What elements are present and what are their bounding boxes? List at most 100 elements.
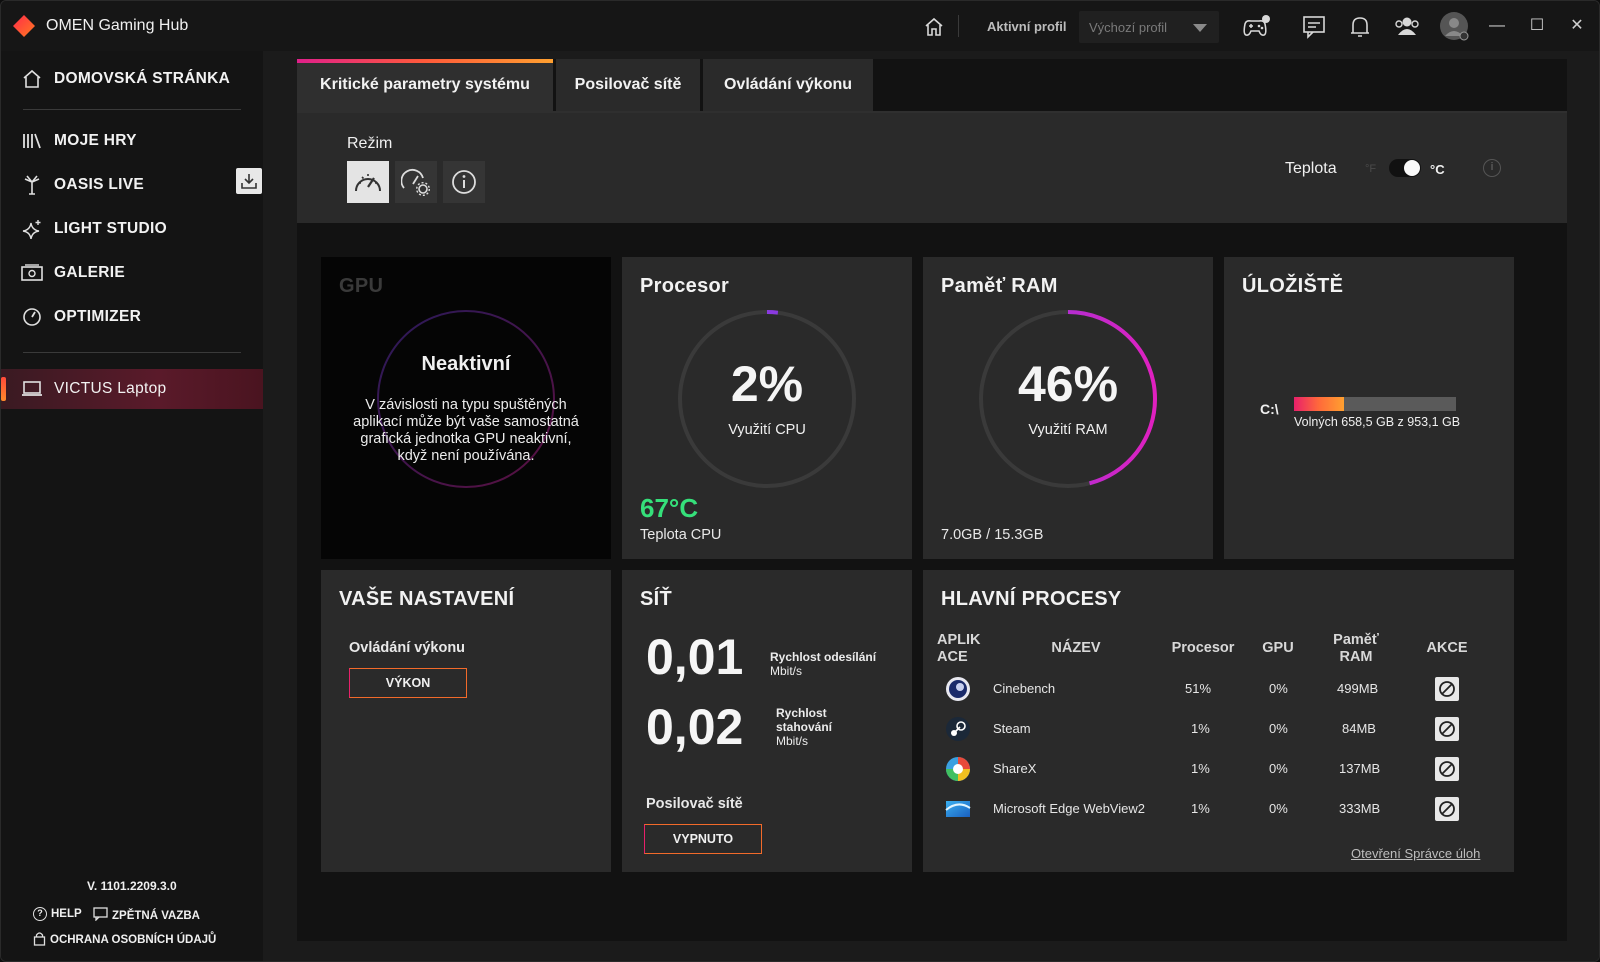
storage-title: ÚLOŽIŠTĚ <box>1242 275 1344 297</box>
process-gpu: 0% <box>1269 681 1288 696</box>
gamepad-icon[interactable] <box>1239 14 1273 40</box>
end-task-button[interactable] <box>1435 757 1459 781</box>
ram-used-label: 7.0GB / 15.3GB <box>941 527 1044 543</box>
help-label: HELP <box>51 908 82 920</box>
tab-network-booster[interactable]: Posilovač sítě <box>556 59 700 111</box>
lock-icon <box>33 931 46 949</box>
app-title: OMEN Gaming Hub <box>46 17 189 34</box>
privacy-link[interactable]: OCHRANA OSOBNÍCH ÚDAJŮ <box>33 931 216 949</box>
home-icon[interactable] <box>921 14 947 40</box>
tab-bar: Kritické parametry systému Posilovač sít… <box>297 59 1567 115</box>
mode-custom-button[interactable] <box>395 161 437 203</box>
info-icon <box>452 170 476 194</box>
download-icon[interactable] <box>236 168 262 194</box>
sidebar-item-home[interactable]: DOMOVSKÁ STRÁNKA <box>1 59 263 99</box>
cpu-temp-label: Teplota CPU <box>640 527 722 543</box>
help-link[interactable]: ? HELP <box>33 907 82 921</box>
unit-fahrenheit: °F <box>1365 163 1377 175</box>
end-task-button[interactable] <box>1435 797 1459 821</box>
table-row: Microsoft Edge WebView2 1% 0% 333MB <box>923 790 1513 830</box>
col-header-app: APLIK ACE <box>937 632 981 666</box>
mode-panel: Režim Teplota °F °C i <box>297 113 1567 223</box>
process-ram: 499MB <box>1337 681 1379 696</box>
drive-usage-bar <box>1294 397 1456 411</box>
toggle-knob <box>1404 160 1420 176</box>
chat-icon[interactable] <box>1301 14 1327 40</box>
download-speed-value: 0,02 <box>646 699 744 755</box>
network-title: SÍŤ <box>640 588 673 610</box>
process-name: Steam <box>993 721 1031 736</box>
mode-info-button[interactable] <box>443 161 485 203</box>
block-icon <box>1439 681 1455 697</box>
performance-mode-button[interactable]: VÝKON <box>349 668 467 698</box>
maximize-button[interactable]: ☐ <box>1526 15 1548 37</box>
tab-performance-control[interactable]: Ovládání výkonu <box>703 59 873 111</box>
sidebar-item-label: OASIS LIVE <box>54 176 144 193</box>
info-icon[interactable]: i <box>1483 159 1501 177</box>
ram-usage-label: Využití RAM <box>1028 422 1108 438</box>
col-header-ram: Paměť RAM <box>1321 632 1391 666</box>
sidebar-item-light-studio[interactable]: LIGHT STUDIO <box>1 209 263 249</box>
cpu-usage-value: 2% <box>730 356 804 412</box>
sidebar-item-label: GALERIE <box>54 264 125 281</box>
end-task-button[interactable] <box>1435 717 1459 741</box>
block-icon <box>1439 721 1455 737</box>
feedback-icon <box>93 907 108 924</box>
ram-usage-value: 46% <box>1017 356 1119 412</box>
profile-dropdown[interactable]: Výchozí profil <box>1079 11 1219 43</box>
process-gpu: 0% <box>1269 801 1288 816</box>
omen-logo-icon <box>13 15 35 37</box>
network-boost-button[interactable]: VYPNUTO <box>644 824 762 854</box>
sidebar-item-label: MOJE HRY <box>54 132 137 149</box>
sidebar-item-optimizer[interactable]: OPTIMIZER <box>1 297 263 337</box>
community-icon[interactable] <box>1391 14 1423 40</box>
open-task-manager-link[interactable]: Otevření Správce úloh <box>1351 846 1480 861</box>
col-header-ram-line2: RAM <box>1339 649 1373 665</box>
mode-title: Režim <box>347 135 393 152</box>
ram-card: Paměť RAM 46% Využití RAM 7.0GB / 15.3GB <box>923 257 1213 559</box>
unit-celsius: °C <box>1430 162 1445 177</box>
sidebar-item-label: VICTUS Laptop <box>54 380 167 397</box>
process-cpu: 1% <box>1191 761 1210 776</box>
table-row: Cinebench 51% 0% 499MB <box>923 670 1513 710</box>
sidebar-item-my-games[interactable]: MOJE HRY <box>1 121 263 161</box>
feedback-label: ZPĚTNÁ VAZBA <box>112 909 200 922</box>
process-cpu: 1% <box>1191 801 1210 816</box>
avatar[interactable] <box>1439 11 1469 41</box>
storage-card: ÚLOŽIŠTĚ C:\ Volných 658,5 GB z 953,1 GB <box>1224 257 1514 559</box>
sidebar-item-gallery[interactable]: GALERIE <box>1 253 263 293</box>
mode-performance-button[interactable] <box>347 161 389 203</box>
col-header-app-line2: ACE <box>937 649 968 665</box>
sidebar-item-victus-laptop[interactable]: VICTUS Laptop <box>1 369 263 409</box>
library-icon <box>21 130 43 152</box>
cinebench-icon <box>946 677 970 701</box>
edge-webview-icon <box>945 801 971 817</box>
bell-icon[interactable] <box>1347 14 1373 40</box>
cpu-title: Procesor <box>640 275 730 297</box>
process-name: Cinebench <box>993 681 1056 696</box>
sidebar-divider <box>23 352 241 353</box>
processes-card: HLAVNÍ PROCESY APLIK ACE NÁZEV Procesor … <box>923 570 1514 872</box>
download-label-line1: Rychlost <box>776 706 827 720</box>
temperature-unit-toggle[interactable] <box>1389 159 1421 177</box>
process-ram: 84MB <box>1342 721 1376 736</box>
close-button[interactable]: ✕ <box>1566 15 1588 37</box>
oasis-icon <box>21 174 43 196</box>
drive-usage-fill <box>1294 397 1345 411</box>
tab-critical-parameters[interactable]: Kritické parametry systému <box>297 59 553 111</box>
upload-label-text: Rychlost odesílání <box>770 650 877 664</box>
speedometer-icon <box>355 174 381 192</box>
minimize-button[interactable]: — <box>1486 15 1508 37</box>
col-header-gpu: GPU <box>1262 640 1294 656</box>
block-icon <box>1439 801 1455 817</box>
gpu-state: Neaktivní <box>421 353 511 375</box>
laptop-icon <box>21 378 43 400</box>
upload-speed-value: 0,01 <box>646 629 744 685</box>
process-cpu: 1% <box>1191 721 1210 736</box>
process-ram: 137MB <box>1339 761 1381 776</box>
col-header-app-line1: APLIK <box>937 632 981 648</box>
main-area: Kritické parametry systému Posilovač sít… <box>263 51 1599 961</box>
sidebar-item-oasis-live[interactable]: OASIS LIVE <box>1 165 263 205</box>
feedback-link[interactable]: ZPĚTNÁ VAZBA <box>93 907 200 924</box>
end-task-button[interactable] <box>1435 677 1459 701</box>
